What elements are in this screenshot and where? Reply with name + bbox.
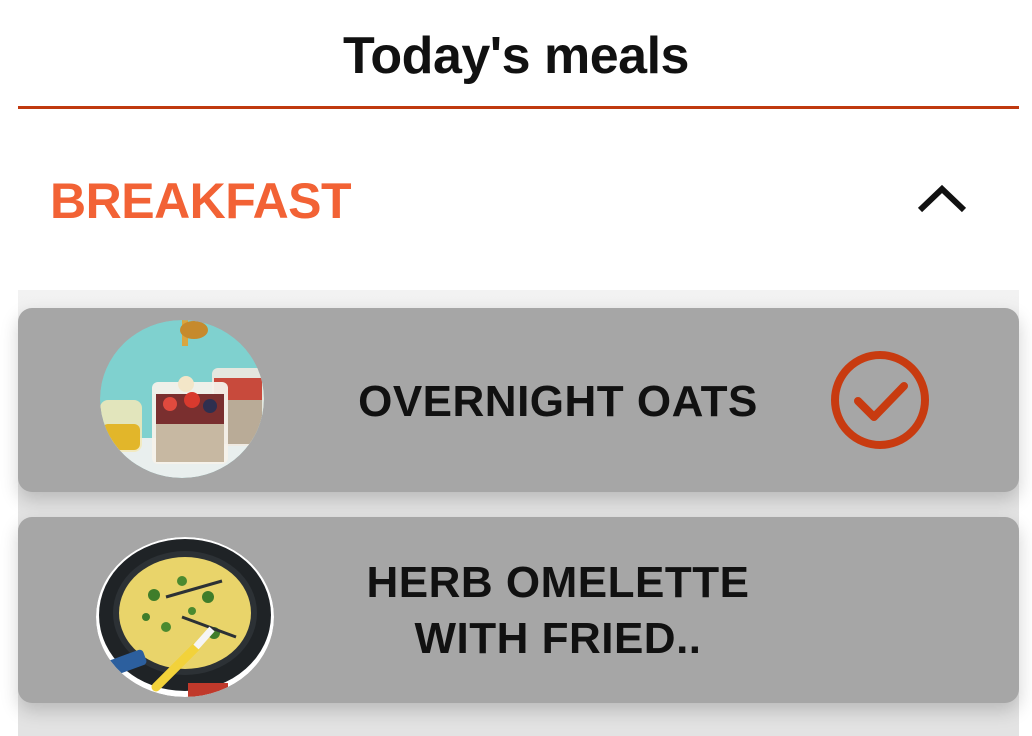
meal-card-herb-omelette[interactable]: HERB OMELETTE WITH FRIED..: [18, 517, 1019, 703]
overnight-oats-photo: [100, 320, 264, 478]
herb-omelette-photo: [96, 537, 274, 697]
meal-name: HERB OMELETTE WITH FRIED..: [366, 558, 750, 663]
header-divider: [18, 106, 1019, 109]
check-circle-icon[interactable]: [828, 348, 932, 452]
meal-card-overnight-oats[interactable]: OVERNIGHT OATS: [18, 308, 1019, 492]
breakfast-section-header[interactable]: BREAKFAST: [0, 150, 1032, 250]
meals-screen: Today's meals BREAKFAST OVERNIGHT OATS H…: [0, 0, 1032, 736]
page-title: Today's meals: [343, 27, 689, 85]
header: Today's meals: [0, 0, 1032, 109]
meal-name: OVERNIGHT OATS: [358, 377, 758, 426]
section-title: BREAKFAST: [50, 173, 352, 229]
chevron-up-icon[interactable]: [912, 176, 972, 226]
